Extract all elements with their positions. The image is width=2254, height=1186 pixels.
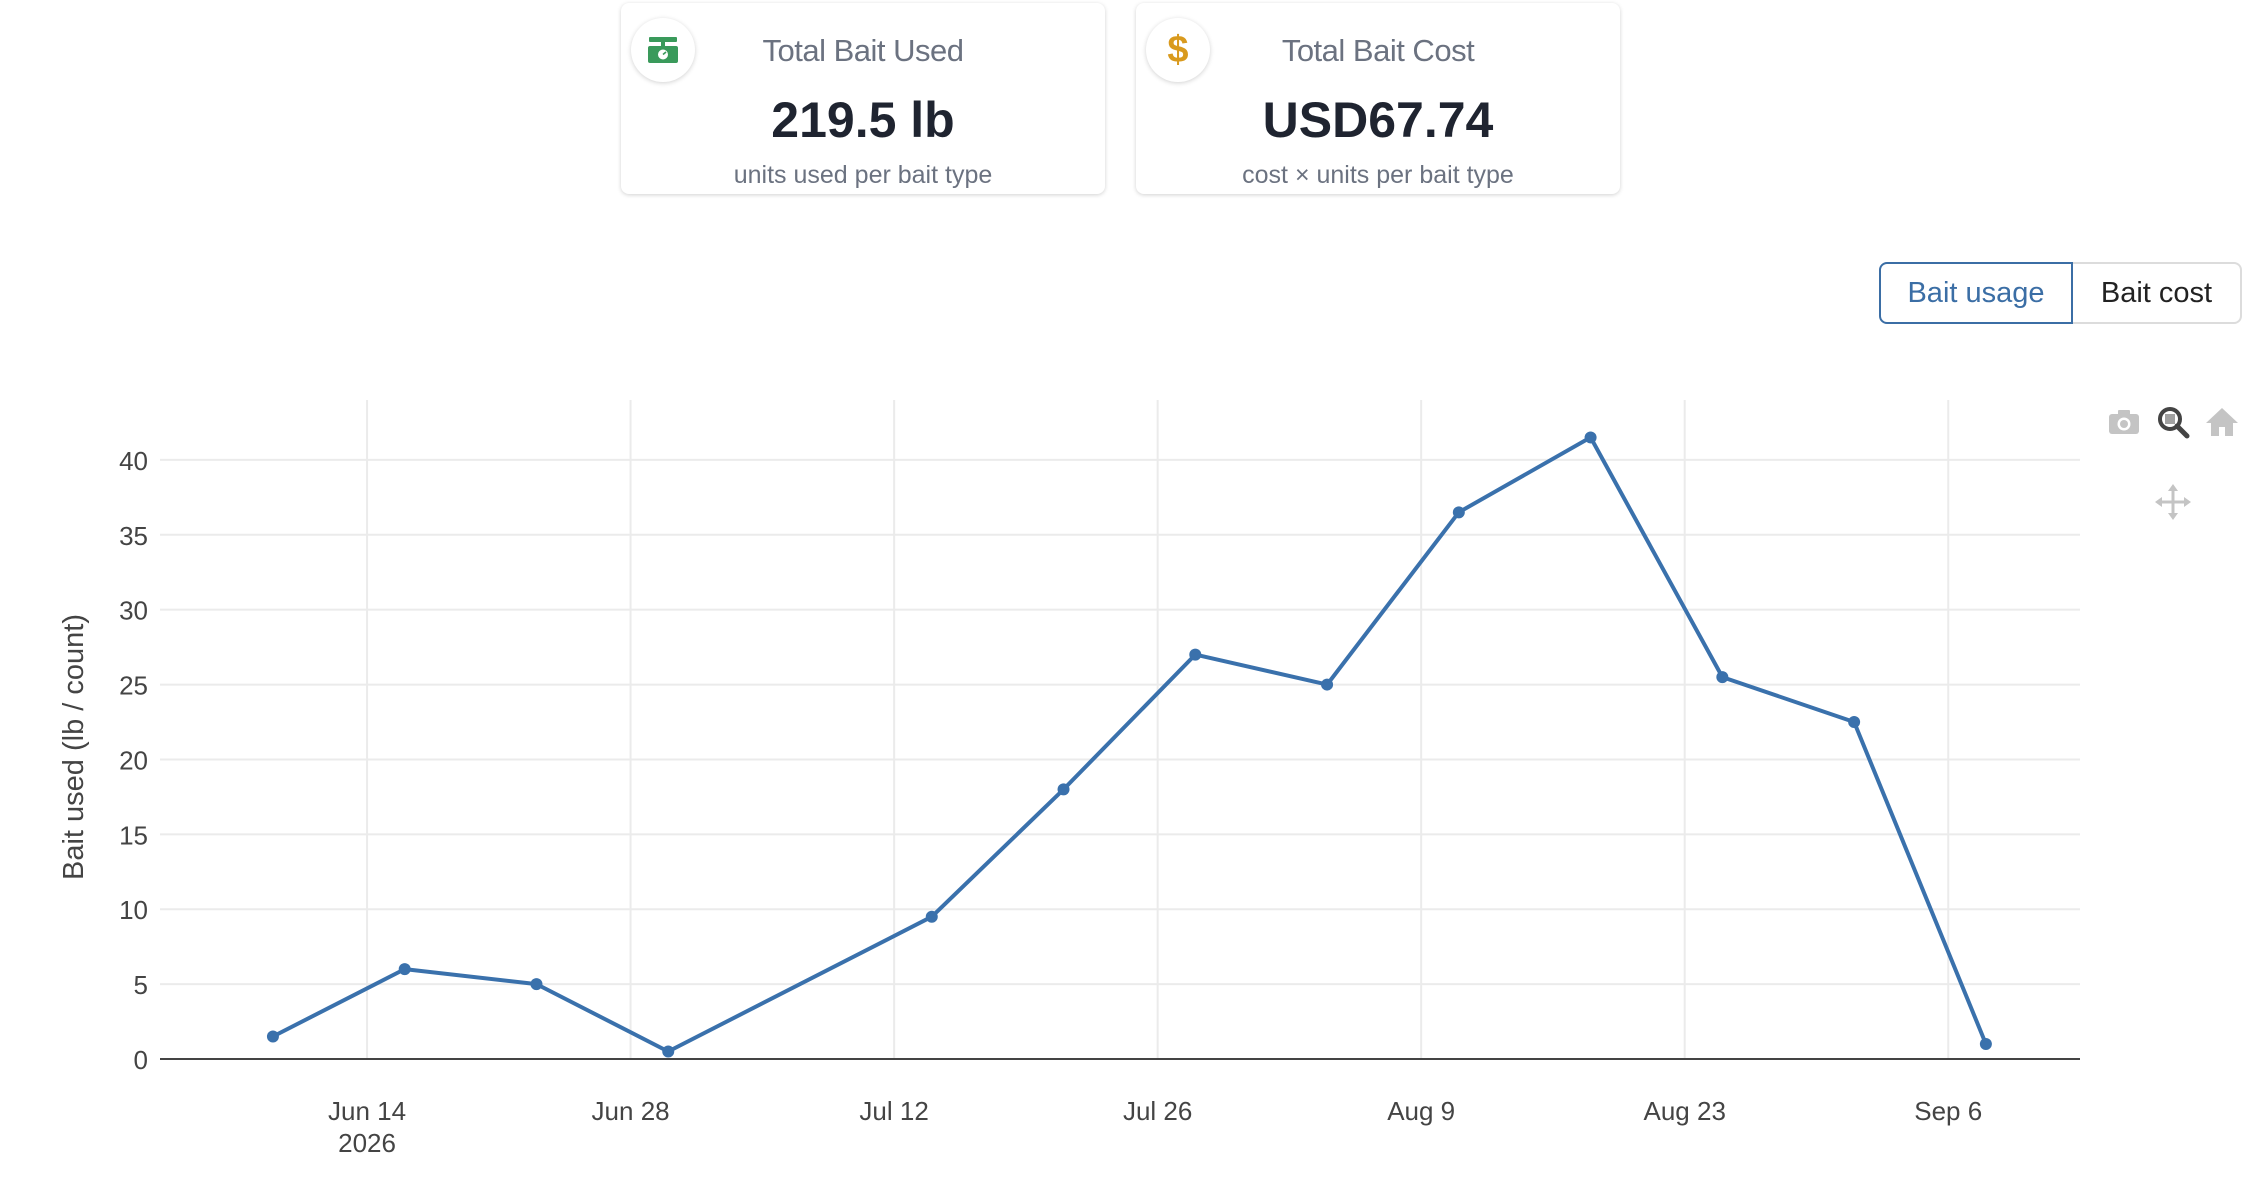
y-tick-label: 25	[119, 671, 148, 701]
x-tick-label: Jun 14	[328, 1096, 406, 1126]
data-point[interactable]	[530, 978, 543, 991]
data-point[interactable]	[925, 910, 938, 923]
y-tick-label: 40	[119, 446, 148, 476]
x-tick-label: Jul 12	[859, 1096, 928, 1126]
x-tick-label: Jun 28	[592, 1096, 670, 1126]
y-tick-label: 20	[119, 745, 148, 775]
data-point[interactable]	[1716, 671, 1729, 684]
data-point[interactable]	[1979, 1038, 1992, 1051]
data-point[interactable]	[1452, 506, 1465, 519]
data-point[interactable]	[1584, 431, 1597, 444]
x-tick-label: Aug 23	[1644, 1096, 1726, 1126]
x-tick-label: Jul 26	[1123, 1096, 1192, 1126]
data-point[interactable]	[662, 1045, 675, 1058]
data-point[interactable]	[1057, 783, 1070, 796]
y-tick-label: 30	[119, 596, 148, 626]
data-point[interactable]	[1321, 678, 1334, 691]
data-point[interactable]	[1189, 648, 1202, 661]
y-axis-label: Bait used (lb / count)	[58, 614, 90, 880]
x-tick-label: Sep 6	[1914, 1096, 1982, 1126]
y-tick-label: 0	[134, 1045, 148, 1075]
y-tick-label: 5	[134, 970, 148, 1000]
y-tick-label: 15	[119, 820, 148, 850]
x-tick-label: Aug 9	[1387, 1096, 1455, 1126]
bait-usage-line-chart: 0 5 10 15 20 25 30 35 40 Jun 142026 Jun 28 Jul 12 Ju…	[58, 400, 2080, 1158]
series-line	[271, 435, 1988, 1054]
data-point[interactable]	[266, 1030, 279, 1043]
data-point[interactable]	[1848, 716, 1861, 729]
y-tick-label: 35	[119, 521, 148, 551]
x-tick-label: 2026	[338, 1128, 396, 1158]
y-tick-label: 10	[119, 895, 148, 925]
data-point[interactable]	[398, 963, 411, 976]
